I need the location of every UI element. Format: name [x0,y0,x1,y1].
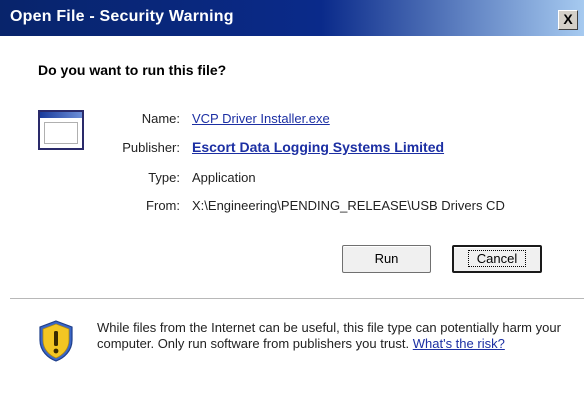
security-shield-warning-icon [39,320,73,362]
run-question: Do you want to run this file? [38,62,227,78]
type-label: Type: [148,170,180,185]
whats-the-risk-link[interactable]: What's the risk? [413,336,505,351]
run-button[interactable]: Run [342,245,431,273]
from-label: From: [146,198,180,213]
publisher-label: Publisher: [122,140,180,155]
file-name-link[interactable]: VCP Driver Installer.exe [192,111,330,126]
cancel-button-label: Cancel [467,250,527,267]
from-value: X:\Engineering\PENDING_RELEASE\USB Drive… [192,198,505,213]
close-button[interactable]: X [558,10,578,30]
window-title: Open File - Security Warning [10,8,234,25]
title-bar: Open File - Security Warning X [0,0,584,36]
name-label: Name: [141,111,180,126]
warning-message: While files from the Internet can be use… [97,320,567,352]
cancel-button[interactable]: Cancel [452,245,542,273]
type-value: Application [192,170,256,185]
section-divider [10,298,584,300]
security-warning-dialog: Open File - Security Warning X Do you wa… [0,0,584,411]
publisher-link[interactable]: Escort Data Logging Systems Limited [192,139,444,155]
